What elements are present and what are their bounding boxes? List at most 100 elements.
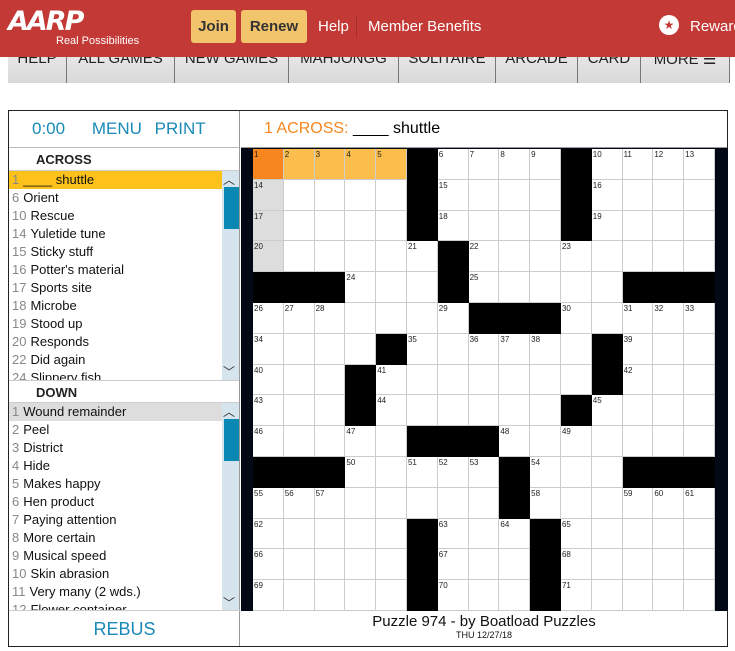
grid-cell[interactable] [653,333,685,365]
rewards-icon[interactable]: ★ [659,15,679,35]
grid-cell[interactable] [283,241,315,273]
grid-cell[interactable] [314,549,346,581]
chevron-up-icon[interactable]: ︿ [223,171,235,188]
grid-cell[interactable]: 54 [530,456,561,488]
grid-cell[interactable] [345,518,377,550]
scrollbar[interactable]: ︿ ﹀ [222,171,239,380]
grid-cell[interactable]: 20 [253,241,284,273]
grid-cell[interactable] [376,302,407,334]
grid-cell[interactable] [376,456,407,488]
grid-cell[interactable]: 9 [530,149,561,180]
clue-item[interactable]: 14 Yuletide tune [9,225,223,243]
grid-cell[interactable] [684,241,715,273]
grid-cell[interactable]: 66 [253,549,284,581]
crossword-grid[interactable]: 1 2 3 4 5 6 7 8 9 10 11 12 13 14 15 16 17 18 19 20 21 22 23 24 2… [253,149,715,611]
clue-item[interactable]: 16 Potter's material [9,261,223,279]
grid-cell[interactable] [376,487,407,519]
grid-cell[interactable]: 24 [345,272,377,303]
grid-cell[interactable]: 68 [560,549,592,581]
grid-cell[interactable]: 49 [560,426,592,457]
grid-cell[interactable] [345,302,377,334]
grid-cell[interactable] [499,395,531,427]
clue-item[interactable]: 24 Slippery fish [9,369,223,380]
grid-cell[interactable]: 19 [591,210,623,242]
grid-cell[interactable] [560,272,592,303]
grid-cell[interactable] [406,487,438,519]
clue-item[interactable]: 9 Musical speed [9,547,223,565]
grid-cell[interactable] [591,426,623,457]
clue-item[interactable]: 22 Did again [9,351,223,369]
clue-item[interactable]: 11 Very many (2 wds.) [9,583,223,601]
grid-cell[interactable]: 44 [376,395,407,427]
grid-cell[interactable] [530,241,561,273]
grid-cell[interactable] [283,426,315,457]
grid-cell[interactable]: 5 [376,149,407,180]
grid-cell[interactable] [283,580,315,611]
grid-cell[interactable] [283,210,315,242]
grid-cell[interactable]: 1 [253,149,284,180]
grid-cell[interactable] [468,210,500,242]
grid-cell[interactable]: 52 [437,456,469,488]
grid-cell[interactable] [653,364,685,396]
grid-cell[interactable] [499,210,531,242]
clue-item[interactable]: 5 Makes happy [9,475,223,493]
grid-cell[interactable] [560,364,592,396]
grid-cell[interactable] [591,302,623,334]
grid-cell[interactable] [283,179,315,211]
grid-cell[interactable] [622,210,654,242]
grid-cell[interactable] [376,549,407,581]
grid-cell[interactable]: 41 [376,364,407,396]
grid-cell[interactable] [560,487,592,519]
grid-cell[interactable] [684,549,715,581]
grid-cell[interactable]: 48 [499,426,531,457]
grid-cell[interactable]: 40 [253,364,284,396]
grid-cell[interactable] [499,364,531,396]
grid-cell[interactable] [591,580,623,611]
grid-cell[interactable] [314,518,346,550]
clue-item[interactable]: 18 Microbe [9,297,223,315]
grid-cell[interactable] [283,333,315,365]
grid-cell[interactable] [406,395,438,427]
clue-item[interactable]: 20 Responds [9,333,223,351]
grid-cell[interactable] [653,210,685,242]
print-button[interactable]: PRINT [155,119,206,138]
grid-cell[interactable] [653,549,685,581]
grid-cell[interactable] [314,364,346,396]
scroll-thumb[interactable] [224,187,239,229]
grid-cell[interactable]: 33 [684,302,715,334]
grid-cell[interactable]: 13 [684,149,715,180]
grid-cell[interactable] [437,333,469,365]
grid-cell[interactable] [622,549,654,581]
grid-cell[interactable] [684,333,715,365]
grid-cell[interactable] [591,456,623,488]
grid-cell[interactable] [437,487,469,519]
clue-item[interactable]: 2 Peel [9,421,223,439]
grid-cell[interactable]: 65 [560,518,592,550]
grid-cell[interactable]: 35 [406,333,438,365]
grid-cell[interactable]: 56 [283,487,315,519]
menu-button[interactable]: MENU [92,119,142,138]
clue-item[interactable]: 1 ____ shuttle [9,171,223,189]
grid-cell[interactable] [283,395,315,427]
grid-cell[interactable] [437,395,469,427]
grid-cell[interactable] [406,302,438,334]
grid-cell[interactable]: 53 [468,456,500,488]
grid-cell[interactable]: 34 [253,333,284,365]
grid-cell[interactable] [591,549,623,581]
grid-cell[interactable]: 22 [468,241,500,273]
grid-cell[interactable] [530,395,561,427]
grid-cell[interactable]: 30 [560,302,592,334]
grid-cell[interactable] [345,333,377,365]
grid-cell[interactable]: 27 [283,302,315,334]
grid-cell[interactable]: 25 [468,272,500,303]
chevron-down-icon[interactable]: ﹀ [223,594,235,611]
clue-item[interactable]: 1 Wound remainder [9,403,223,421]
grid-cell[interactable] [283,364,315,396]
grid-cell[interactable]: 55 [253,487,284,519]
grid-cell[interactable]: 36 [468,333,500,365]
grid-cell[interactable]: 61 [684,487,715,519]
help-link[interactable]: Help [318,18,349,35]
grid-cell[interactable] [468,364,500,396]
grid-cell[interactable] [653,580,685,611]
grid-cell[interactable] [406,364,438,396]
